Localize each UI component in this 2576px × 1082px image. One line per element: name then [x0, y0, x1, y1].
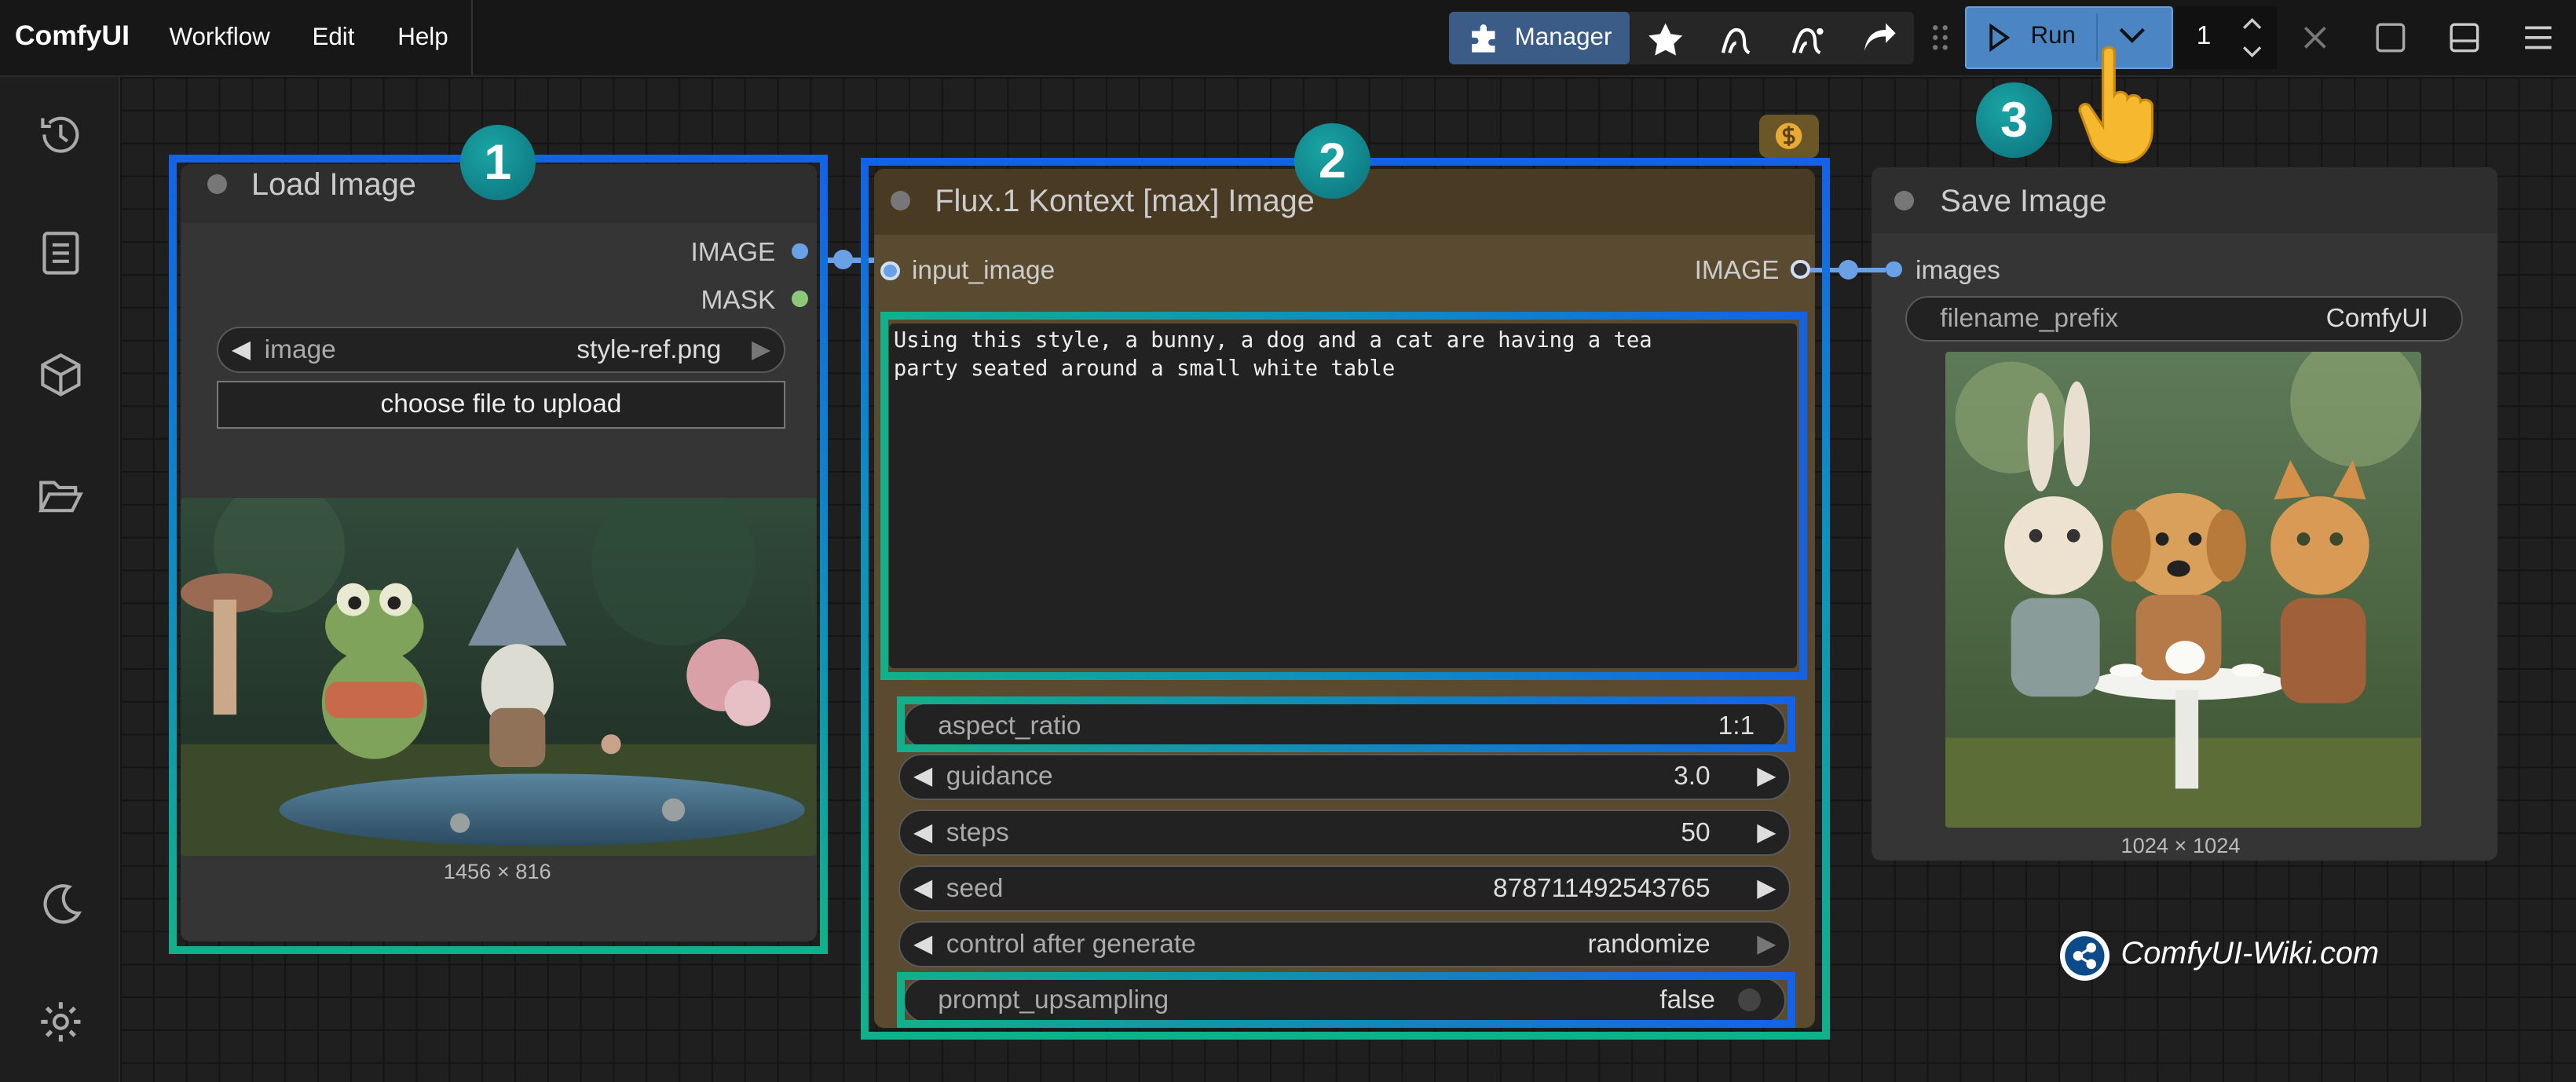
- widget-name: filename_prefix: [1940, 303, 2119, 333]
- node-graph-alt-icon[interactable]: [1777, 12, 1836, 64]
- increment-icon[interactable]: [2241, 13, 2263, 33]
- link-midpoint-dot[interactable]: [1838, 259, 1858, 280]
- star-icon[interactable]: [1636, 12, 1695, 64]
- hamburger-menu-icon[interactable]: [2522, 21, 2555, 54]
- step-badge-2: 2: [1294, 122, 1370, 199]
- image-dimensions: 1024 × 1024: [2120, 832, 2241, 857]
- dollar-coin-icon: [1776, 122, 1802, 150]
- highlight-prompt: [880, 312, 1807, 680]
- menu-help[interactable]: Help: [397, 23, 448, 51]
- node-graph-icon[interactable]: [1707, 12, 1766, 64]
- app-logo[interactable]: ComfyUI: [15, 20, 130, 52]
- input-port-images[interactable]: [1886, 261, 1903, 278]
- run-label: Run: [2030, 21, 2076, 49]
- share-icon[interactable]: [1848, 12, 1907, 64]
- sidebar: [0, 77, 120, 1082]
- step-badge-3: 3: [1976, 82, 2052, 158]
- drag-handle-icon[interactable]: [1932, 23, 1948, 53]
- filename-prefix-widget[interactable]: filename_prefix ComfyUI: [1905, 295, 2463, 342]
- link-midpoint-dot[interactable]: [832, 249, 853, 270]
- widget-value: ComfyUI: [2325, 303, 2428, 333]
- menu-workflow[interactable]: Workflow: [169, 23, 269, 51]
- focus-mode-icon[interactable]: [2374, 21, 2407, 54]
- output-image-preview: [1945, 351, 2422, 828]
- gear-icon[interactable]: [36, 997, 86, 1047]
- step-badge-1: 1: [459, 124, 536, 201]
- input-label: images: [1916, 256, 2000, 286]
- document-icon[interactable]: [36, 228, 86, 278]
- folder-open-icon[interactable]: [36, 471, 86, 521]
- api-cost-badge: [1759, 115, 1819, 158]
- close-icon[interactable]: [2300, 23, 2330, 53]
- moon-icon[interactable]: [36, 879, 86, 928]
- puzzle-icon: [1472, 24, 1495, 53]
- manager-label: Manager: [1514, 23, 1612, 51]
- node-title: Save Image: [1940, 184, 2107, 219]
- top-bar: ComfyUI Workflow Edit Help Manager Run 1: [0, 0, 2576, 78]
- decrement-icon[interactable]: [2241, 42, 2263, 62]
- save-image-node[interactable]: Save Image images filename_prefix ComfyU…: [1871, 167, 2497, 861]
- manager-button[interactable]: Manager: [1448, 11, 1630, 64]
- queue-count-value[interactable]: 1: [2197, 21, 2212, 51]
- cube-icon[interactable]: [36, 350, 86, 400]
- menu-divider: [471, 0, 474, 76]
- bottom-panel-icon[interactable]: [2448, 21, 2481, 54]
- watermark-text: ComfyUI-Wiki.com: [2120, 936, 2380, 971]
- history-icon[interactable]: [36, 110, 86, 159]
- highlight-frame-1: [169, 154, 829, 955]
- tea-party-image: [1945, 351, 2422, 828]
- play-icon: [1989, 23, 2011, 53]
- pointing-hand-icon: [2078, 46, 2153, 164]
- collapse-dot-icon[interactable]: [1894, 190, 1914, 210]
- menu-edit[interactable]: Edit: [312, 23, 354, 51]
- highlight-prompt-upsampling: [897, 972, 1796, 1029]
- watermark-logo-icon: [2060, 931, 2109, 981]
- highlight-aspect-ratio: [897, 696, 1796, 753]
